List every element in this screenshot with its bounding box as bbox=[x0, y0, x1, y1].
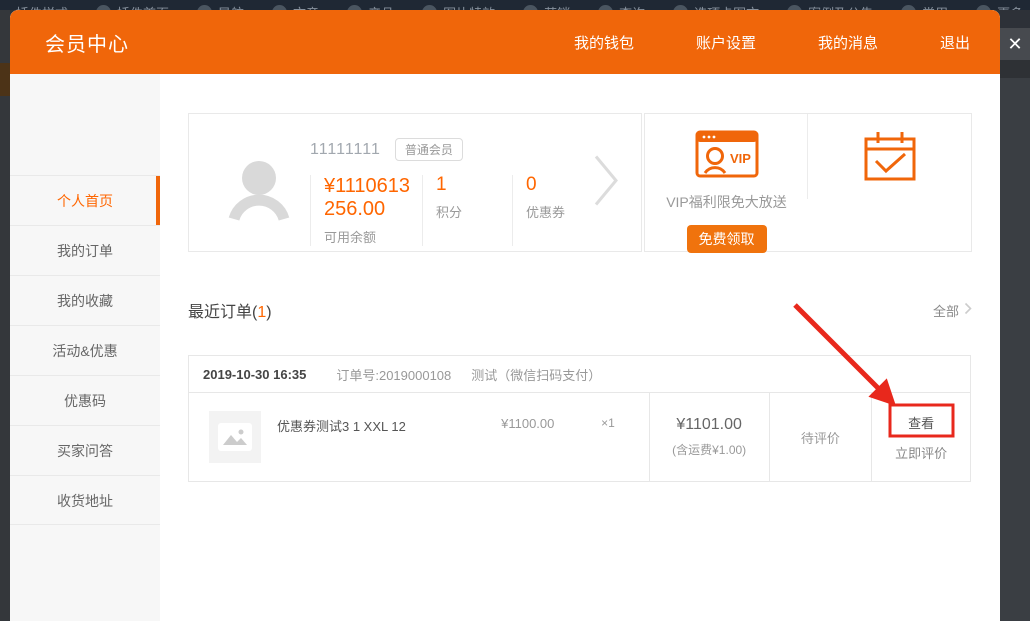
backdrop-right-strip: ✕ bbox=[1000, 10, 1030, 621]
backdrop-content-fragment bbox=[1000, 60, 1030, 78]
nav-logout[interactable]: 退出 bbox=[940, 32, 970, 53]
profile-detail-arrow[interactable] bbox=[593, 153, 619, 212]
product-name[interactable]: 优惠券测试3 1 XXL 12 bbox=[277, 411, 501, 435]
header-nav: 我的钱包 账户设置 我的消息 退出 bbox=[574, 32, 970, 53]
points-value: 1 bbox=[436, 175, 512, 196]
sidebar-item-my-orders[interactable]: 我的订单 bbox=[10, 225, 160, 275]
vip-window-icon: VIP bbox=[695, 130, 759, 183]
close-modal-button[interactable]: ✕ bbox=[1000, 28, 1030, 60]
vip-promo-cell: VIP VIP福利限免大放送 免费领取 bbox=[645, 114, 808, 251]
close-icon: ✕ bbox=[1007, 34, 1022, 54]
member-level-badge: 普通会员 bbox=[395, 138, 463, 161]
background-menu-item: 产品 bbox=[347, 3, 394, 10]
view-order-button[interactable]: 查看 bbox=[908, 413, 934, 432]
order-action-cell: 查看 立即评价 bbox=[871, 393, 970, 481]
background-menu-item: 导航 bbox=[197, 3, 244, 10]
order-header: 2019-10-30 16:35 订单号:2019000108 测试（微信扫码支… bbox=[189, 356, 970, 393]
promo-card: VIP VIP福利限免大放送 免费领取 bbox=[644, 113, 972, 252]
points-stat: 1 积分 bbox=[422, 175, 512, 246]
recent-orders-title: 最近订单(1) bbox=[188, 298, 272, 322]
background-menu-item: 案例及公告 bbox=[787, 3, 873, 10]
profile-card: 11111111 普通会员 ¥1110613256.00 可用余额 1 积分 bbox=[188, 113, 642, 252]
order-status-cell: 待评价 bbox=[769, 393, 872, 481]
svg-text:VIP: VIP bbox=[730, 151, 751, 166]
backdrop-content-fragment bbox=[0, 63, 10, 96]
order-pay-method: 测试（微信扫码支付） bbox=[471, 365, 601, 384]
sidebar-item-my-favorites[interactable]: 我的收藏 bbox=[10, 275, 160, 325]
order-row: 优惠券测试3 1 XXL 12 ¥1100.00 ×1 ¥1101.00 (含运… bbox=[189, 393, 970, 481]
background-menu-item: 选项卡图文 bbox=[673, 3, 759, 10]
signin-calendar-cell[interactable] bbox=[808, 114, 971, 251]
sidebar-item-shipping-address[interactable]: 收货地址 bbox=[10, 475, 160, 525]
nav-account-settings[interactable]: 账户设置 bbox=[696, 32, 756, 53]
chevron-right-icon bbox=[964, 302, 972, 318]
background-menu-item: 常用 bbox=[901, 3, 948, 10]
background-menu: 插件样式 插件首页 导航 文章 产品 图片特效 营销 查询 选项卡图文 案例及公… bbox=[0, 0, 1030, 10]
background-menu-item: 更多 bbox=[976, 3, 1023, 10]
avatar bbox=[226, 154, 292, 251]
page-title: 会员中心 bbox=[45, 28, 129, 57]
sidebar: 个人首页 我的订单 我的收藏 活动&优惠 优惠码 买家问答 收货地址 bbox=[10, 74, 160, 621]
sidebar-item-activities-offers[interactable]: 活动&优惠 bbox=[10, 325, 160, 375]
coupons-label: 优惠券 bbox=[526, 202, 565, 221]
modal-header: 会员中心 我的钱包 账户设置 我的消息 退出 bbox=[10, 10, 1000, 74]
free-claim-button[interactable]: 免费领取 bbox=[687, 225, 767, 253]
balance-stat: ¥1110613256.00 可用余额 bbox=[310, 175, 422, 246]
background-menu-item: 图片特效 bbox=[422, 3, 495, 10]
background-menu-item: 营销 bbox=[523, 3, 570, 10]
order-total-amount: ¥1101.00 bbox=[676, 416, 742, 434]
username: 11111111 bbox=[310, 141, 381, 159]
product-image-placeholder[interactable] bbox=[209, 411, 261, 463]
review-now-button[interactable]: 立即评价 bbox=[895, 443, 947, 462]
points-label: 积分 bbox=[436, 202, 512, 221]
order-product-cell: 优惠券测试3 1 XXL 12 ¥1100.00 ×1 bbox=[189, 393, 649, 481]
backdrop-content-fragment bbox=[1000, 10, 1030, 28]
product-price: ¥1100.00 bbox=[501, 411, 557, 431]
calendar-check-icon bbox=[863, 130, 917, 251]
background-menu-item: 插件首页 bbox=[96, 3, 169, 10]
sidebar-item-coupon-code[interactable]: 优惠码 bbox=[10, 375, 160, 425]
backdrop-left-strip bbox=[0, 10, 10, 621]
order-card: 2019-10-30 16:35 订单号:2019000108 测试（微信扫码支… bbox=[188, 355, 971, 482]
nav-my-wallet[interactable]: 我的钱包 bbox=[574, 32, 634, 53]
order-status: 待评价 bbox=[801, 428, 840, 447]
background-menu-item: 查询 bbox=[598, 3, 645, 10]
view-all-orders-link[interactable]: 全部 bbox=[933, 301, 972, 320]
background-menu-item: 插件样式 bbox=[16, 3, 68, 10]
background-page-navbar: 插件样式 插件首页 导航 文章 产品 图片特效 营销 查询 选项卡图文 案例及公… bbox=[0, 0, 1030, 10]
order-number: 订单号:2019000108 bbox=[336, 365, 451, 384]
sidebar-item-personal-home[interactable]: 个人首页 bbox=[10, 175, 160, 225]
order-date: 2019-10-30 16:35 bbox=[203, 367, 306, 382]
coupons-value: 0 bbox=[526, 175, 565, 196]
order-total-cell: ¥1101.00 (含运费¥1.00) bbox=[649, 393, 769, 481]
vip-promo-text: VIP福利限免大放送 bbox=[666, 192, 787, 212]
balance-label: 可用余额 bbox=[324, 227, 422, 246]
member-center-modal: 会员中心 我的钱包 账户设置 我的消息 退出 个人首页 我的订单 我的收藏 活动… bbox=[10, 10, 1000, 621]
coupons-stat: 0 优惠券 bbox=[512, 175, 565, 246]
main-content: 11111111 普通会员 ¥1110613256.00 可用余额 1 积分 bbox=[160, 74, 1000, 621]
product-quantity: ×1 bbox=[601, 411, 615, 430]
balance-value: ¥1110613256.00 bbox=[324, 175, 420, 221]
background-menu-item: 文章 bbox=[272, 3, 319, 10]
order-count: 1 bbox=[257, 304, 266, 321]
nav-my-messages[interactable]: 我的消息 bbox=[818, 32, 878, 53]
sidebar-item-buyer-qa[interactable]: 买家问答 bbox=[10, 425, 160, 475]
shipping-fee-note: (含运费¥1.00) bbox=[672, 441, 746, 458]
